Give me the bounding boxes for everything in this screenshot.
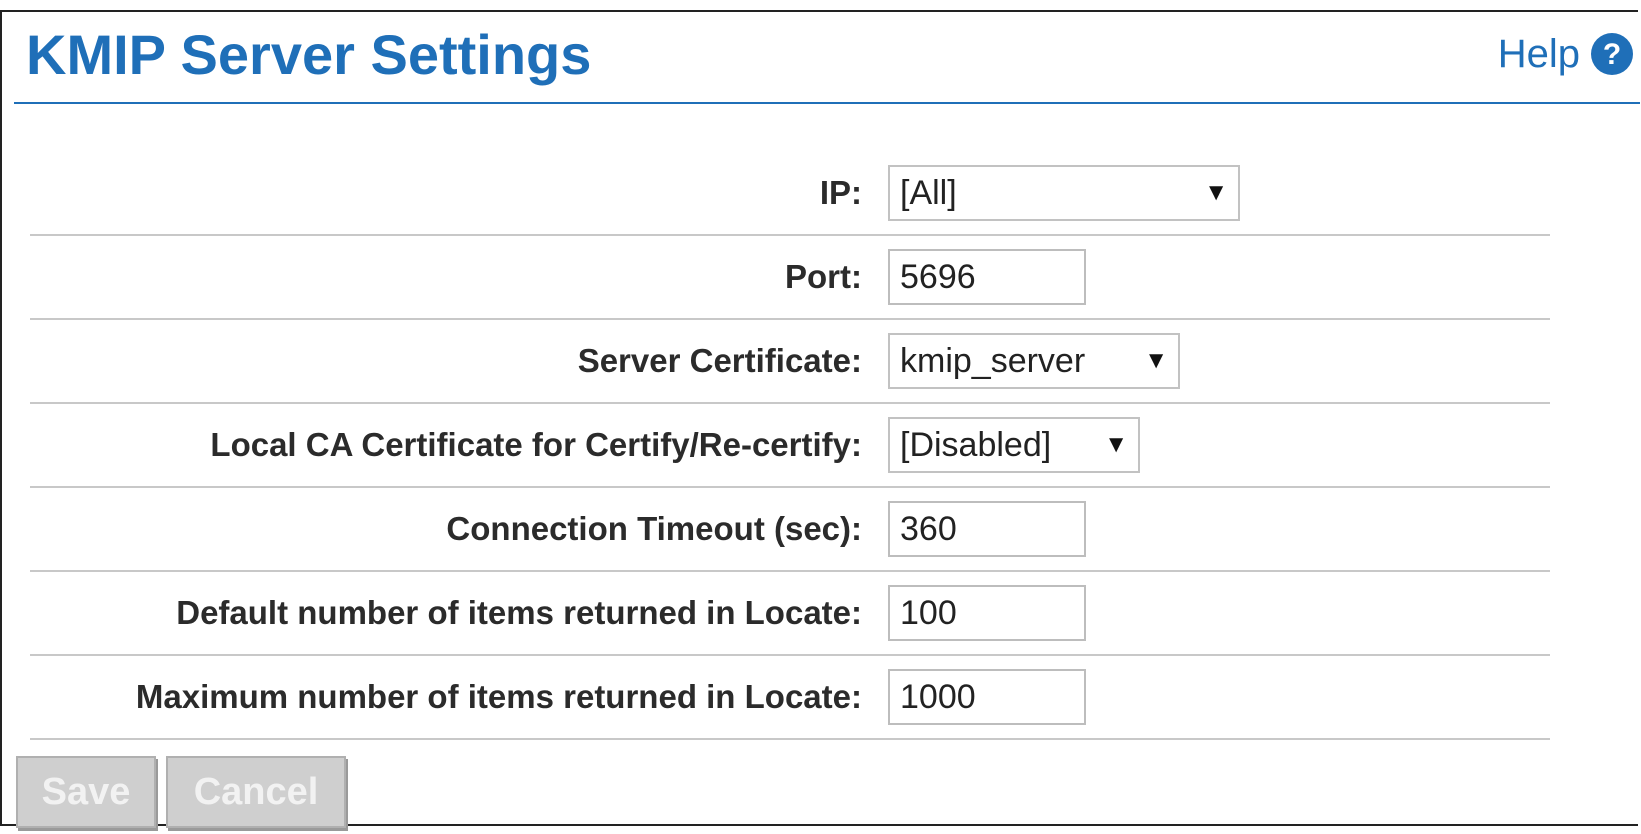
row-port: Port: 5696 (30, 236, 1550, 320)
connection-timeout-input[interactable]: 360 (888, 501, 1086, 557)
port-input[interactable]: 5696 (888, 249, 1086, 305)
local-ca-value: [Disabled] (900, 425, 1052, 464)
row-ip: IP: [All] ▼ (30, 152, 1550, 236)
row-server-certificate: Server Certificate: kmip_server ▼ (30, 320, 1550, 404)
panel-header: KMIP Server Settings Help ? (14, 12, 1640, 104)
port-label: Port: (785, 258, 862, 295)
save-button[interactable]: Save (16, 756, 156, 828)
question-circle-icon: ? (1591, 33, 1633, 75)
help-link[interactable]: Help ? (1498, 30, 1634, 78)
server-certificate-value: kmip_server (900, 341, 1086, 380)
row-connection-timeout: Connection Timeout (sec): 360 (30, 488, 1550, 572)
page-title: KMIP Server Settings (26, 23, 592, 86)
ip-select[interactable]: [All] ▼ (888, 165, 1240, 221)
svg-text:?: ? (1603, 38, 1621, 71)
row-default-locate: Default number of items returned in Loca… (30, 572, 1550, 656)
default-locate-label: Default number of items returned in Loca… (176, 594, 862, 631)
help-label: Help (1497, 32, 1580, 76)
local-ca-select[interactable]: [Disabled] ▼ (888, 417, 1140, 473)
ip-select-value: [All] (900, 173, 957, 212)
max-locate-label: Maximum number of items returned in Loca… (135, 678, 862, 715)
connection-timeout-label: Connection Timeout (sec): (446, 510, 862, 547)
cancel-button[interactable]: Cancel (166, 756, 346, 828)
row-local-ca: Local CA Certificate for Certify/Re-cert… (30, 404, 1550, 488)
chevron-down-icon: ▼ (1104, 431, 1128, 458)
chevron-down-icon: ▼ (1204, 179, 1228, 206)
settings-form: IP: [All] ▼ Port: 5696 Server Certificat… (30, 152, 1550, 740)
form-actions: Save Cancel (16, 756, 356, 828)
row-max-locate: Maximum number of items returned in Loca… (30, 656, 1550, 740)
local-ca-label: Local CA Certificate for Certify/Re-cert… (210, 426, 862, 463)
kmip-settings-panel: KMIP Server Settings Help ? IP: [All] ▼ … (0, 10, 1640, 828)
server-certificate-select[interactable]: kmip_server ▼ (888, 333, 1180, 389)
default-locate-input[interactable]: 100 (888, 585, 1086, 641)
ip-label: IP: (819, 174, 862, 211)
server-certificate-label: Server Certificate: (577, 342, 862, 379)
chevron-down-icon: ▼ (1144, 347, 1168, 374)
max-locate-input[interactable]: 1000 (888, 669, 1086, 725)
